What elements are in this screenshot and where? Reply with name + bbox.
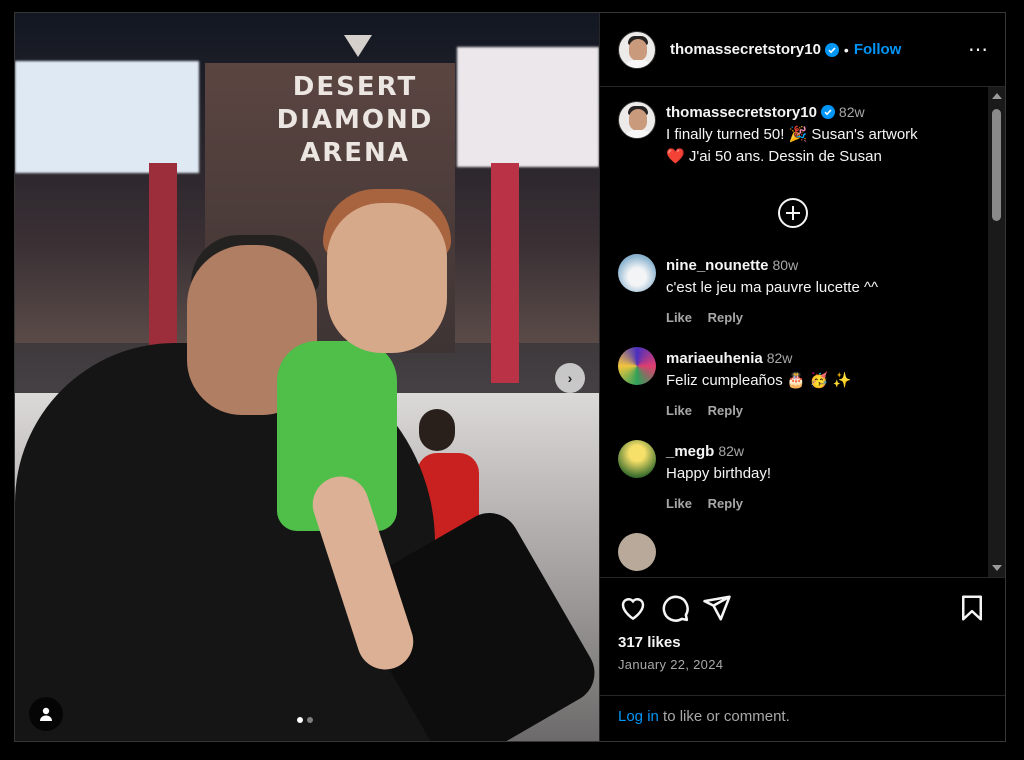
comments-scrollbar[interactable]: [988, 87, 1005, 577]
comment-item: _megb 82w Happy birthday! Like Reply: [618, 440, 978, 515]
scroll-up-arrow-icon[interactable]: [992, 93, 1002, 99]
carousel-indicator: [297, 717, 313, 723]
comment-icon[interactable]: [660, 593, 690, 623]
commenter-avatar[interactable]: [618, 533, 656, 571]
post-photo[interactable]: DESERT DIAMOND ARENA ›: [15, 13, 599, 741]
login-prompt-text: to like or comment.: [658, 708, 790, 725]
sign-line: DIAMOND: [276, 105, 434, 135]
photo-background-child-head: [419, 409, 455, 451]
comment-like-button[interactable]: Like: [666, 403, 692, 418]
comment-text: c'est le jeu ma pauvre lucette ^^: [666, 279, 879, 296]
post-dialog: DESERT DIAMOND ARENA › thomassecretstory…: [14, 12, 1006, 742]
sign-line: DESERT: [292, 72, 418, 102]
load-more-comments-button[interactable]: [778, 198, 808, 228]
post-sidebar: thomassecretstory10 • Follow ⋯ thomassec…: [599, 13, 1005, 741]
caption: thomassecretstory10 82w I finally turned …: [618, 101, 978, 168]
scroll-down-arrow-icon[interactable]: [992, 565, 1002, 571]
carousel-dot: [297, 717, 303, 723]
caption-avatar[interactable]: [618, 101, 656, 139]
likes-count[interactable]: 317 likes: [618, 634, 987, 651]
comment-like-button[interactable]: Like: [666, 496, 692, 511]
comment-item: nine_nounette 80w c'est le jeu ma pauvre …: [618, 254, 978, 329]
post-header: thomassecretstory10 • Follow ⋯: [600, 13, 1005, 87]
login-prompt: Log in to like or comment.: [600, 695, 1005, 741]
carousel-dot: [307, 717, 313, 723]
photo-pillar: [149, 163, 177, 363]
comment-like-button[interactable]: Like: [666, 310, 692, 325]
photo-arena-sign: DESERT DIAMOND ARENA: [235, 71, 475, 170]
follow-button[interactable]: Follow: [854, 41, 902, 58]
photo-pillar: [491, 163, 519, 383]
caption-text-line2: ❤️ J'ai 50 ans. Dessin de Susan: [666, 148, 882, 165]
comments-section[interactable]: thomassecretstory10 82w I finally turned …: [600, 87, 1005, 577]
verified-badge-icon: [824, 42, 839, 57]
comment-item-partial: [618, 533, 978, 571]
caption-text-line1: I finally turned 50! 🎉 Susan's artwork: [666, 126, 918, 143]
share-icon[interactable]: [702, 593, 732, 623]
photo-screen-right: [457, 47, 599, 167]
heart-icon[interactable]: [618, 593, 648, 623]
photo-screen-left: [15, 61, 199, 173]
comment-reply-button[interactable]: Reply: [708, 403, 743, 418]
caption-username[interactable]: thomassecretstory10: [666, 104, 817, 121]
next-photo-button[interactable]: ›: [555, 363, 585, 393]
comment-username[interactable]: nine_nounette: [666, 257, 769, 274]
sign-line: ARENA: [300, 138, 410, 168]
login-link[interactable]: Log in: [618, 708, 659, 725]
author-username[interactable]: thomassecretstory10: [670, 41, 821, 58]
comment-reply-button[interactable]: Reply: [708, 310, 743, 325]
comment-text: Happy birthday!: [666, 465, 772, 482]
comment-reply-button[interactable]: Reply: [708, 496, 743, 511]
verified-badge-icon: [820, 105, 835, 119]
user-tag-icon: [40, 707, 52, 721]
comment-username[interactable]: _megb: [666, 443, 714, 460]
scrollbar-thumb[interactable]: [992, 109, 1001, 221]
commenter-avatar[interactable]: [618, 347, 656, 385]
more-options-icon[interactable]: ⋯: [968, 37, 989, 62]
post-date[interactable]: January 22, 2024: [618, 657, 987, 672]
commenter-avatar[interactable]: [618, 254, 656, 292]
tagged-users-button[interactable]: [29, 697, 63, 731]
separator-dot: •: [843, 41, 849, 58]
comment-time[interactable]: 82w: [767, 350, 793, 366]
bookmark-icon[interactable]: [957, 593, 987, 623]
post-actions: 317 likes January 22, 2024 Log in to lik…: [600, 577, 1005, 741]
commenter-avatar[interactable]: [618, 440, 656, 478]
author-avatar[interactable]: [618, 30, 656, 69]
photo-child-face: [327, 203, 447, 353]
comment-username[interactable]: mariaeuhenia: [666, 350, 763, 367]
caption-time[interactable]: 82w: [839, 104, 865, 120]
comment-item: mariaeuhenia 82w Feliz cumpleaños 🎂 🥳 ✨ L…: [618, 347, 978, 422]
comment-time[interactable]: 80w: [773, 257, 799, 273]
comment-text: Feliz cumpleaños 🎂 🥳 ✨: [666, 372, 852, 389]
comment-time[interactable]: 82w: [718, 443, 744, 459]
chevron-right-icon: ›: [567, 370, 573, 386]
